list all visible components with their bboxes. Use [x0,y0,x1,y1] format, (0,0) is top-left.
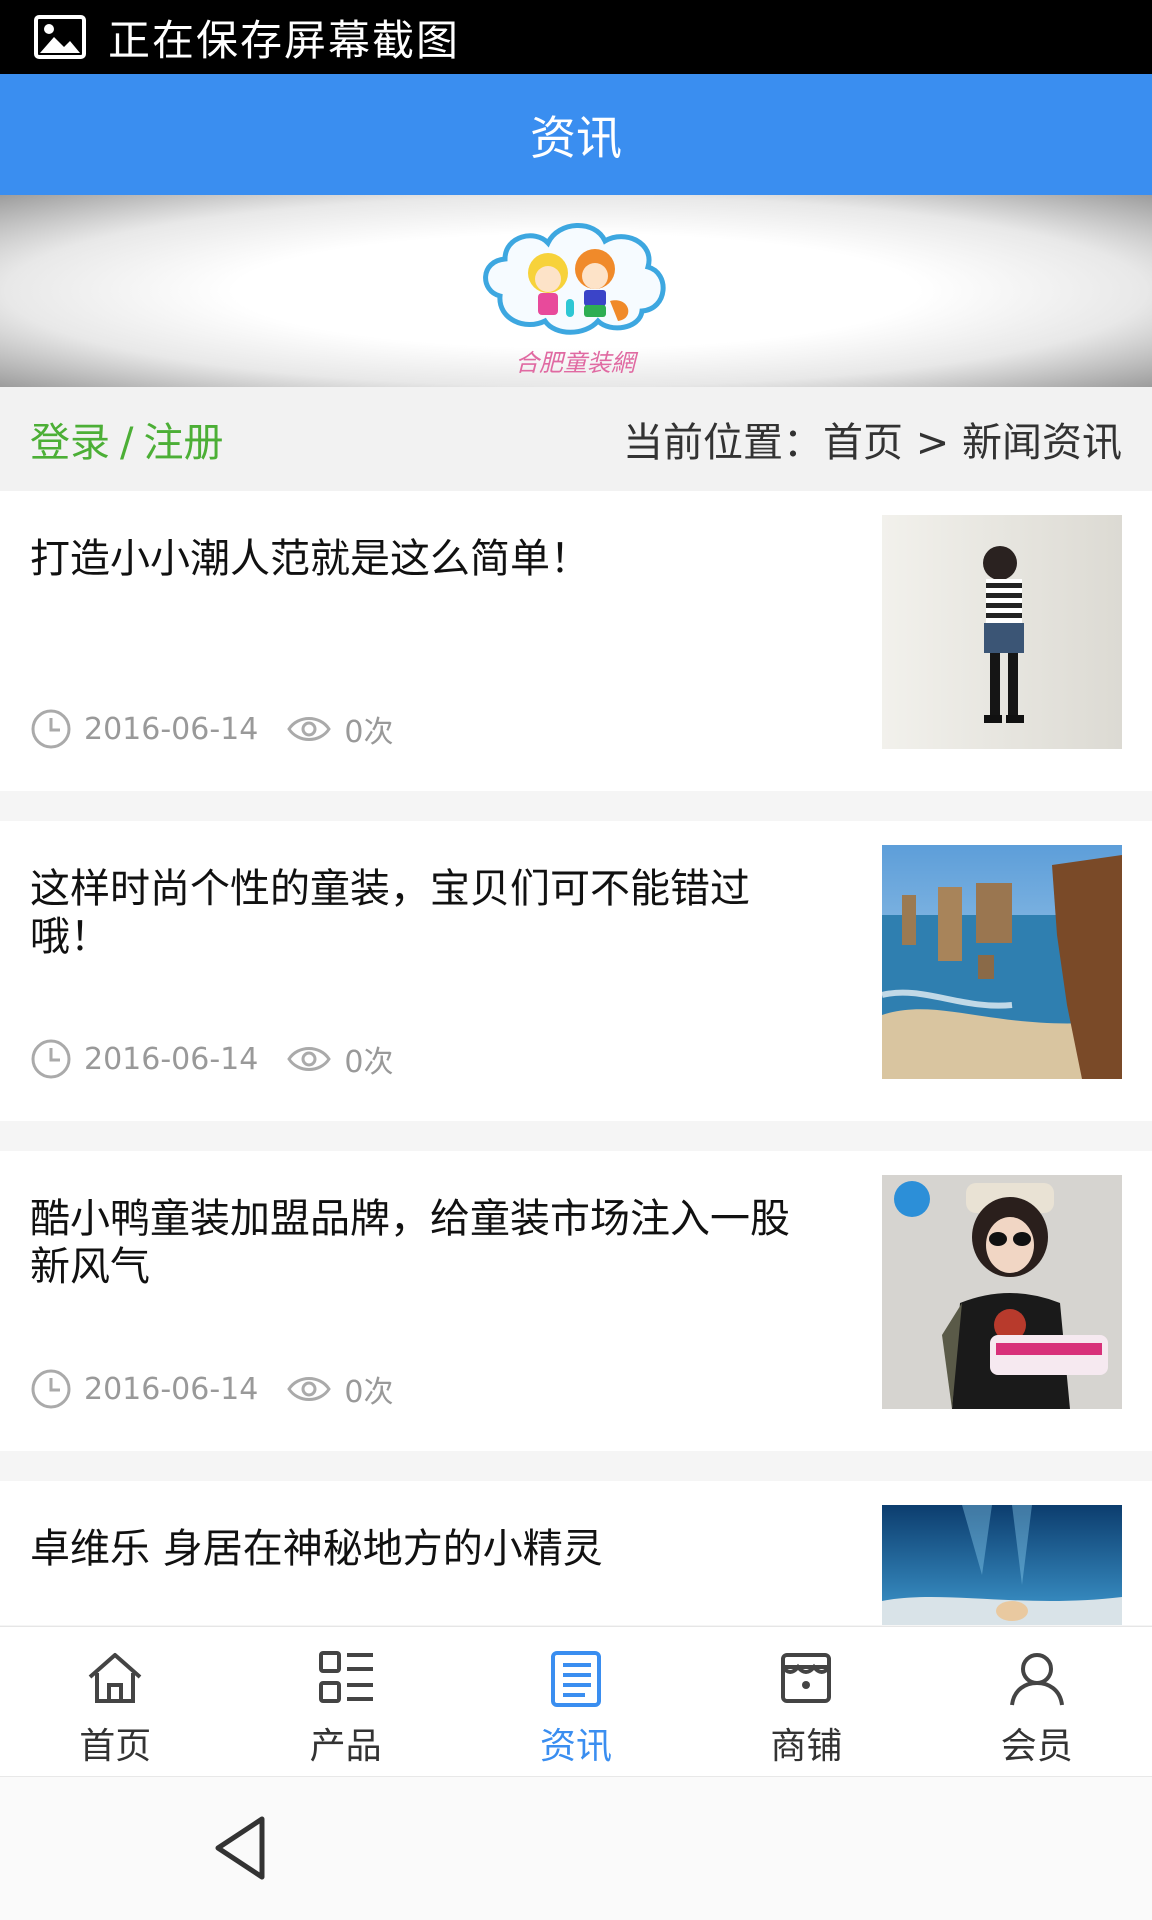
tab-label: 产品 [309,1726,382,1767]
logo-text: 合肥童装網 [515,349,639,377]
brand-logo[interactable]: 合肥童装網 [470,201,680,381]
store-icon [781,1653,832,1703]
news-views: 0次 [344,1375,394,1410]
news-title[interactable]: 酷小鸭童装加盟品牌，给童装市场注入一股新风气 [30,1195,800,1291]
status-text: 正在保存屏幕截图 [108,15,461,65]
info-bar: 登录 / 注册 当前位置：首页 > 新闻资讯 [0,387,1152,491]
clock-icon [31,1369,71,1409]
news-item[interactable]: 酷小鸭童装加盟品牌，给童装市场注入一股新风气 2016-06-14 0次 [0,1151,1152,1451]
news-date: 2016-06-14 [84,1371,259,1407]
eye-icon [287,1047,332,1071]
eye-icon [287,717,332,741]
grid-list-icon [318,1651,373,1703]
tab-label: 商铺 [770,1726,843,1767]
tab-label: 会员 [1000,1726,1073,1767]
system-nav-bar [0,1776,1152,1920]
tab-shop[interactable]: 商铺 [691,1627,921,1777]
breadcrumb: 当前位置：首页 > 新闻资讯 [623,420,1122,466]
news-item[interactable]: 打造小小潮人范就是这么简单！ 2016-06-14 0次 [0,491,1152,791]
back-icon[interactable] [210,1813,270,1883]
news-views: 0次 [344,1045,394,1080]
tab-label: 资讯 [539,1726,612,1767]
news-date: 2016-06-14 [84,1041,259,1077]
news-title[interactable]: 这样时尚个性的童装，宝贝们可不能错过哦！ [30,865,800,961]
auth-separator: / [120,420,134,466]
news-meta: 2016-06-14 0次 [30,1037,393,1081]
news-views: 0次 [344,715,394,750]
eye-icon [287,1377,332,1401]
bottom-tab-bar: 首页 产品 资讯 商铺 会员 [0,1626,1152,1777]
news-title[interactable]: 卓维乐 身居在神秘地方的小精灵 [30,1525,800,1573]
news-thumbnail[interactable] [882,1175,1122,1409]
news-item[interactable]: 这样时尚个性的童装，宝贝们可不能错过哦！ 2016-06-14 0次 [0,821,1152,1121]
image-icon [34,15,86,59]
news-title[interactable]: 打造小小潮人范就是这么简单！ [30,535,800,583]
news-doc-icon [550,1651,601,1707]
news-date: 2016-06-14 [84,711,259,747]
clock-icon [31,1039,71,1079]
news-thumbnail[interactable] [882,845,1122,1079]
tab-products[interactable]: 产品 [230,1627,460,1777]
clock-icon [31,709,71,749]
news-item[interactable]: 卓维乐 身居在神秘地方的小精灵 [0,1481,1152,1625]
home-icon [88,1653,142,1703]
tab-home[interactable]: 首页 [0,1627,230,1777]
banner: 合肥童装網 [0,195,1152,387]
news-thumbnail[interactable] [882,515,1122,749]
register-link[interactable]: 注册 [143,420,223,466]
auth-links: 登录 / 注册 [30,410,223,468]
news-meta: 2016-06-14 0次 [30,1367,393,1411]
app-root: 正在保存屏幕截图 资讯 合肥童装網 登录 / 注册 当前位置：首页 > 新闻资讯… [0,0,1152,1920]
user-icon [1009,1653,1064,1706]
tab-label: 首页 [79,1726,152,1767]
news-meta: 2016-06-14 0次 [30,707,393,751]
news-thumbnail[interactable] [882,1505,1122,1625]
status-bar: 正在保存屏幕截图 [0,0,1152,74]
tab-member[interactable]: 会员 [922,1627,1152,1777]
page-title: 资讯 [530,110,622,165]
app-header: 资讯 [0,74,1152,195]
tab-news[interactable]: 资讯 [461,1627,691,1777]
login-link[interactable]: 登录 [30,420,110,466]
news-list: 打造小小潮人范就是这么简单！ 2016-06-14 0次 这样时尚个性的童装，宝… [0,491,1152,1625]
